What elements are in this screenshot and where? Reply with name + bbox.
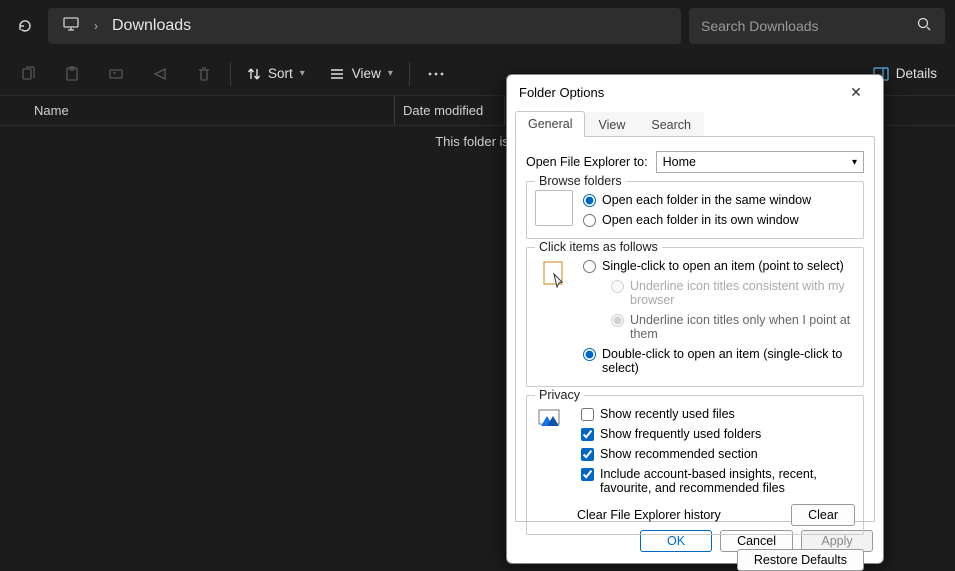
more-button[interactable]	[414, 52, 458, 96]
folder-icon	[535, 190, 573, 226]
search-placeholder: Search Downloads	[701, 18, 917, 34]
check-recent[interactable]	[581, 408, 594, 421]
pointer-icon	[535, 256, 573, 294]
radio-underline-browser-label: Underline icon titles consistent with my…	[630, 279, 855, 307]
clear-history-label: Clear File Explorer history	[577, 508, 721, 522]
clear-button[interactable]: Clear	[791, 504, 855, 526]
privacy-group: Privacy Show recently used files Show fr…	[526, 395, 864, 535]
open-to-select[interactable]: Home ▾	[656, 151, 864, 173]
search-icon	[917, 17, 933, 36]
search-input[interactable]: Search Downloads	[689, 8, 945, 44]
pc-icon	[62, 17, 80, 36]
copy-button[interactable]	[6, 52, 50, 96]
check-recommended[interactable]	[581, 448, 594, 461]
paste-button[interactable]	[50, 52, 94, 96]
check-recent-label: Show recently used files	[600, 407, 735, 421]
rename-button[interactable]	[94, 52, 138, 96]
details-label: Details	[896, 66, 937, 81]
browse-folders-group: Browse folders Open each folder in the s…	[526, 181, 864, 239]
restore-defaults-button[interactable]: Restore Defaults	[737, 549, 864, 571]
dialog-title: Folder Options	[519, 85, 604, 100]
radio-single-click-label: Single-click to open an item (point to s…	[602, 259, 844, 273]
check-account-label: Include account-based insights, recent, …	[600, 467, 840, 495]
sort-button[interactable]: Sort ▾	[235, 52, 317, 96]
chevron-right-icon: ›	[94, 19, 98, 33]
folder-options-dialog: Folder Options ✕ General View Search Ope…	[506, 74, 884, 564]
click-items-group: Click items as follows Single-click to o…	[526, 247, 864, 387]
check-recommended-label: Show recommended section	[600, 447, 758, 461]
click-items-legend: Click items as follows	[535, 240, 662, 254]
check-frequent[interactable]	[581, 428, 594, 441]
radio-same-window-label: Open each folder in the same window	[602, 193, 811, 207]
privacy-icon	[535, 404, 567, 436]
radio-underline-browser	[611, 280, 624, 293]
view-button[interactable]: View ▾	[317, 52, 405, 96]
chevron-down-icon: ▾	[300, 68, 305, 79]
sort-label: Sort	[268, 66, 293, 81]
radio-same-window[interactable]	[583, 194, 596, 207]
breadcrumb: Downloads	[112, 17, 191, 35]
radio-own-window[interactable]	[583, 214, 596, 227]
radio-single-click[interactable]	[583, 260, 596, 273]
radio-underline-point-label: Underline icon titles only when I point …	[630, 313, 855, 341]
open-to-label: Open File Explorer to:	[526, 155, 648, 169]
column-header-date[interactable]: Date modified	[395, 96, 505, 125]
refresh-button[interactable]	[10, 8, 40, 44]
radio-underline-point	[611, 314, 624, 327]
radio-double-click-label: Double-click to open an item (single-cli…	[602, 347, 855, 375]
chevron-down-icon: ▾	[852, 157, 857, 168]
tab-search[interactable]: Search	[638, 112, 704, 137]
share-button[interactable]	[138, 52, 182, 96]
browse-folders-legend: Browse folders	[535, 174, 626, 188]
address-bar[interactable]: › Downloads	[48, 8, 681, 44]
radio-double-click[interactable]	[583, 348, 596, 361]
tab-view[interactable]: View	[585, 112, 638, 137]
radio-own-window-label: Open each folder in its own window	[602, 213, 799, 227]
close-button[interactable]: ✕	[841, 77, 871, 107]
tab-general[interactable]: General	[515, 111, 585, 137]
delete-button[interactable]	[182, 52, 226, 96]
check-account[interactable]	[581, 468, 594, 481]
check-frequent-label: Show frequently used folders	[600, 427, 761, 441]
column-header-name[interactable]: Name	[0, 96, 395, 125]
privacy-legend: Privacy	[535, 388, 584, 402]
chevron-down-icon: ▾	[388, 68, 393, 79]
open-to-value: Home	[663, 155, 696, 169]
view-label: View	[352, 66, 381, 81]
